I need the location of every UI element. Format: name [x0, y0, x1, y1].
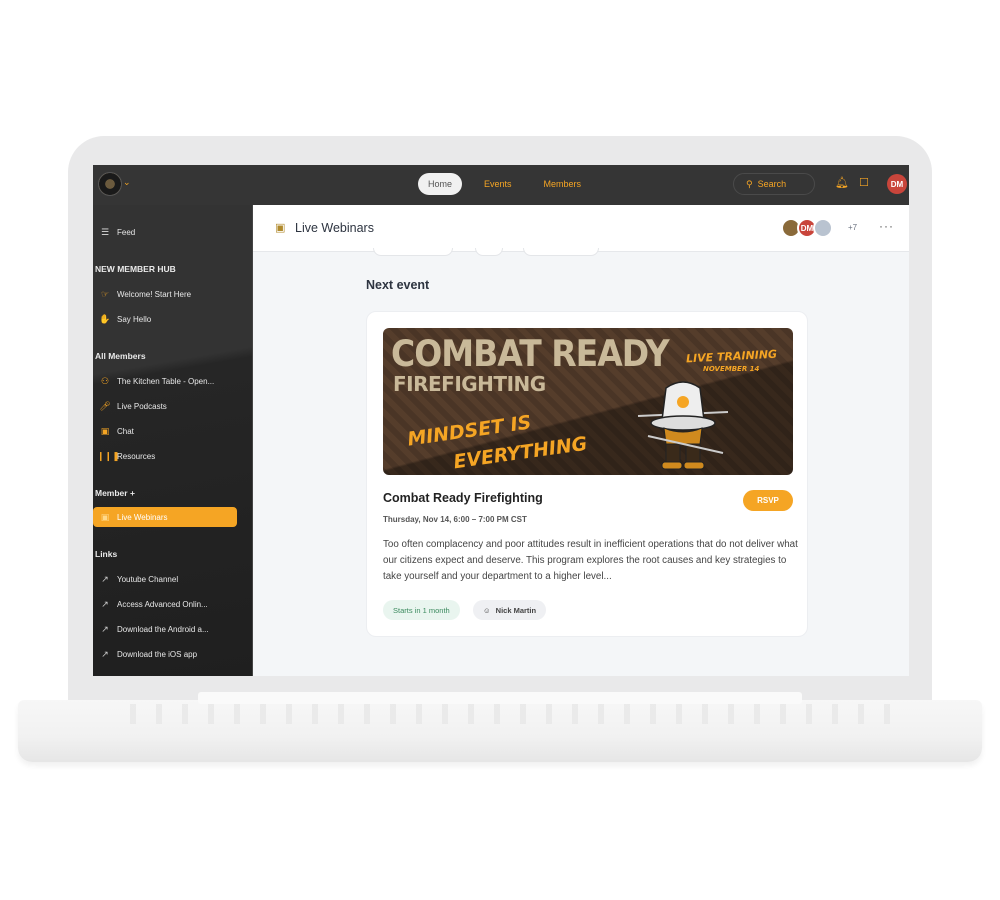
- webinar-screen-icon: ▣: [100, 511, 110, 522]
- host-name: Nick Martin: [495, 605, 537, 615]
- banner-date: NOVEMBER 14: [703, 365, 760, 373]
- sidebar-item-feed[interactable]: ☰ Feed: [93, 222, 237, 242]
- sidebar-item-label: Live Webinars: [117, 512, 168, 522]
- sidebar-item-live-webinars[interactable]: ▣ Live Webinars: [93, 507, 237, 527]
- top-bar: ⌄ Home Events Members ⚲ Search 🔔︎ ☐ DM: [93, 165, 909, 205]
- keyboard: [110, 704, 890, 724]
- member-avatars[interactable]: DM: [781, 218, 833, 238]
- bookmark-icon[interactable]: ☐: [859, 176, 869, 189]
- sidebar: ☰ Feed NEW MEMBER HUB ☞ Welcome! Start H…: [93, 205, 253, 676]
- feed-icon: ☰: [100, 226, 110, 237]
- search-icon: ⚲: [746, 178, 753, 189]
- sidebar-item-label: Resources: [117, 451, 156, 461]
- event-banner[interactable]: COMBAT READY FIREFIGHTING MINDSET IS EVE…: [383, 328, 793, 475]
- sidebar-item-android[interactable]: ↗ Download the Android a...: [93, 619, 237, 639]
- sidebar-item-label: Say Hello: [117, 314, 152, 324]
- sidebar-item-label: The Kitchen Table - Open...: [117, 376, 215, 386]
- event-title[interactable]: Combat Ready Firefighting: [383, 491, 543, 505]
- nav-members[interactable]: Members: [534, 173, 592, 195]
- nav-home[interactable]: Home: [418, 173, 463, 195]
- main-nav: Home Events Members: [418, 173, 591, 195]
- user-avatar[interactable]: DM: [887, 174, 907, 194]
- rsvp-button[interactable]: RSVP: [743, 490, 793, 511]
- external-link-icon: ↗: [101, 598, 109, 609]
- event-card[interactable]: COMBAT READY FIREFIGHTING MINDSET IS EVE…: [366, 311, 808, 637]
- sidebar-item-label: Download the Android a...: [117, 624, 209, 634]
- webinar-screen-icon: ▣: [275, 222, 286, 234]
- section-heading: All Members: [95, 351, 146, 361]
- sidebar-item-resources[interactable]: ❙❙❚ Resources: [93, 446, 237, 466]
- starts-in-badge: Starts in 1 month: [383, 600, 460, 620]
- sidebar-item-kitchen-table[interactable]: ⚇ The Kitchen Table - Open...: [93, 371, 237, 391]
- external-link-icon: ↗: [101, 648, 109, 659]
- external-link-icon: ↗: [101, 573, 109, 584]
- banner-title: COMBAT READY: [391, 332, 670, 375]
- extra-members-count[interactable]: +7: [848, 223, 857, 232]
- user-icon: ☺: [483, 605, 491, 615]
- member-avatar: [813, 218, 833, 238]
- chat-bubble-icon: ▣: [100, 425, 110, 436]
- sidebar-item-label: Chat: [117, 426, 134, 436]
- books-icon: ❙❙❚: [97, 450, 120, 461]
- section-heading: Member +: [95, 488, 135, 498]
- search-label: Search: [757, 179, 787, 189]
- laptop-hinge: [198, 692, 802, 704]
- app-screen: ⌄ Home Events Members ⚲ Search 🔔︎ ☐ DM ☰…: [93, 165, 909, 676]
- external-link-icon: ↗: [101, 623, 109, 634]
- sidebar-item-ios[interactable]: ↗ Download the iOS app: [93, 644, 237, 664]
- sidebar-item-say-hello[interactable]: ✋ Say Hello: [93, 309, 237, 329]
- event-time: Thursday, Nov 14, 6:00 – 7:00 PM CST: [383, 515, 527, 524]
- sidebar-item-label: Welcome! Start Here: [117, 289, 192, 299]
- host-badge[interactable]: ☺ Nick Martin: [473, 600, 547, 620]
- sidebar-item-label: Youtube Channel: [117, 574, 179, 584]
- sidebar-item-chat[interactable]: ▣ Chat: [93, 421, 237, 441]
- firefighter-helmet-icon: [638, 381, 728, 470]
- more-options-icon[interactable]: ···: [879, 219, 894, 233]
- sidebar-item-youtube[interactable]: ↗ Youtube Channel: [93, 569, 237, 589]
- nav-events[interactable]: Events: [474, 173, 522, 195]
- waving-hand-icon: ✋: [99, 313, 111, 324]
- people-icon: ⚇: [100, 375, 110, 386]
- sidebar-item-label: Feed: [117, 227, 136, 237]
- section-title: Next event: [366, 278, 430, 292]
- search-button[interactable]: ⚲ Search: [733, 173, 815, 195]
- sidebar-item-label: Download the iOS app: [117, 649, 198, 659]
- sidebar-item-live-podcasts[interactable]: 🎤︎ Live Podcasts: [93, 396, 237, 416]
- chevron-down-icon[interactable]: ⌄: [123, 177, 131, 188]
- banner-live: LIVE TRAINING: [685, 347, 778, 366]
- sidebar-item-label: Access Advanced Onlin...: [117, 599, 208, 609]
- pointing-hand-icon: ☞: [100, 288, 110, 299]
- banner-subtitle: FIREFIGHTING: [393, 372, 546, 396]
- event-description: Too often complacency and poor attitudes…: [383, 539, 798, 582]
- section-heading: Links: [95, 549, 118, 559]
- sidebar-item-welcome[interactable]: ☞ Welcome! Start Here: [93, 284, 237, 304]
- space-title: Live Webinars: [295, 221, 374, 235]
- space-header: ▣ Live Webinars DM +7 ···: [253, 205, 909, 252]
- sidebar-item-advanced-online[interactable]: ↗ Access Advanced Onlin...: [93, 594, 237, 614]
- section-heading: NEW MEMBER HUB: [95, 264, 176, 274]
- sidebar-item-label: Live Podcasts: [117, 401, 167, 411]
- community-logo[interactable]: [98, 172, 122, 196]
- bell-icon[interactable]: 🔔︎: [835, 176, 849, 189]
- microphone-icon: 🎤︎: [99, 400, 111, 411]
